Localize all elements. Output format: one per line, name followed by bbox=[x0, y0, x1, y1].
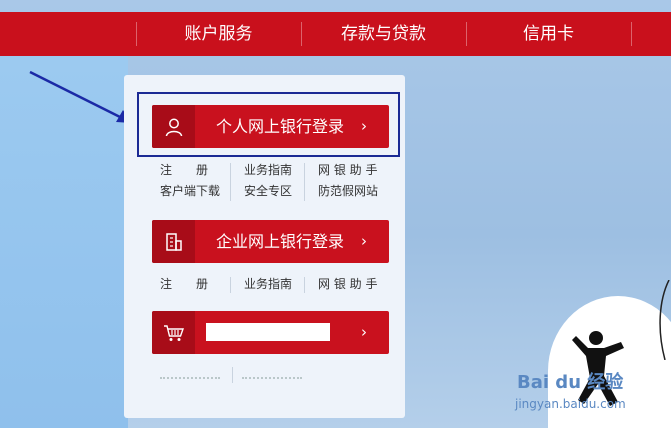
link-divider bbox=[230, 163, 231, 201]
chevron-right-icon: › bbox=[361, 232, 367, 250]
annotation-arrow bbox=[29, 70, 132, 123]
chevron-right-icon: › bbox=[361, 323, 367, 341]
link-divider bbox=[304, 277, 305, 293]
nav-item-account-services[interactable]: 账户服务 bbox=[136, 12, 301, 56]
shopping-cart-icon bbox=[152, 311, 195, 354]
corporate-assistant-link[interactable]: 网 银 助 手 bbox=[318, 275, 377, 293]
chevron-right-icon: › bbox=[361, 117, 367, 135]
decorative-curve bbox=[659, 280, 670, 360]
obscured-link bbox=[160, 367, 220, 379]
login-panel: 个人网上银行登录 › 注 册 业务指南 网 银 助 手 客户端下载 安全专区 防… bbox=[124, 75, 405, 418]
corporate-register-link[interactable]: 注 册 bbox=[160, 275, 208, 293]
nav-item-deposits-loans[interactable]: 存款与贷款 bbox=[301, 12, 466, 56]
building-icon bbox=[152, 220, 195, 263]
security-zone-link[interactable]: 安全专区 bbox=[244, 182, 292, 200]
nav-item-credit-card[interactable]: 信用卡 bbox=[466, 12, 631, 56]
personal-banking-login-button[interactable]: 个人网上银行登录 › bbox=[152, 105, 389, 148]
personal-guide-link[interactable]: 业务指南 bbox=[244, 161, 292, 179]
link-divider bbox=[232, 367, 233, 383]
link-divider bbox=[230, 277, 231, 293]
watermark-text: Bai du 经验 bbox=[517, 372, 624, 393]
obscured-link bbox=[242, 367, 302, 379]
personal-register-link[interactable]: 注 册 bbox=[160, 161, 208, 179]
link-divider bbox=[304, 163, 305, 201]
client-download-link[interactable]: 客户端下载 bbox=[160, 182, 220, 200]
redacted-label bbox=[206, 323, 330, 341]
user-icon bbox=[152, 105, 195, 148]
anti-phishing-link[interactable]: 防范假网站 bbox=[318, 182, 378, 200]
mall-button[interactable]: › bbox=[152, 311, 389, 354]
corporate-guide-link[interactable]: 业务指南 bbox=[244, 275, 292, 293]
corporate-banking-login-button[interactable]: 企业网上银行登录 › bbox=[152, 220, 389, 263]
personal-assistant-link[interactable]: 网 银 助 手 bbox=[318, 161, 377, 179]
corporate-banking-login-label: 企业网上银行登录 bbox=[216, 232, 345, 251]
watermark-url: jingyan.baidu.com bbox=[515, 397, 626, 411]
top-nav-bar: 账户服务 存款与贷款 信用卡 bbox=[0, 12, 671, 56]
personal-banking-login-label: 个人网上银行登录 bbox=[216, 117, 345, 136]
nav-divider bbox=[631, 22, 632, 46]
